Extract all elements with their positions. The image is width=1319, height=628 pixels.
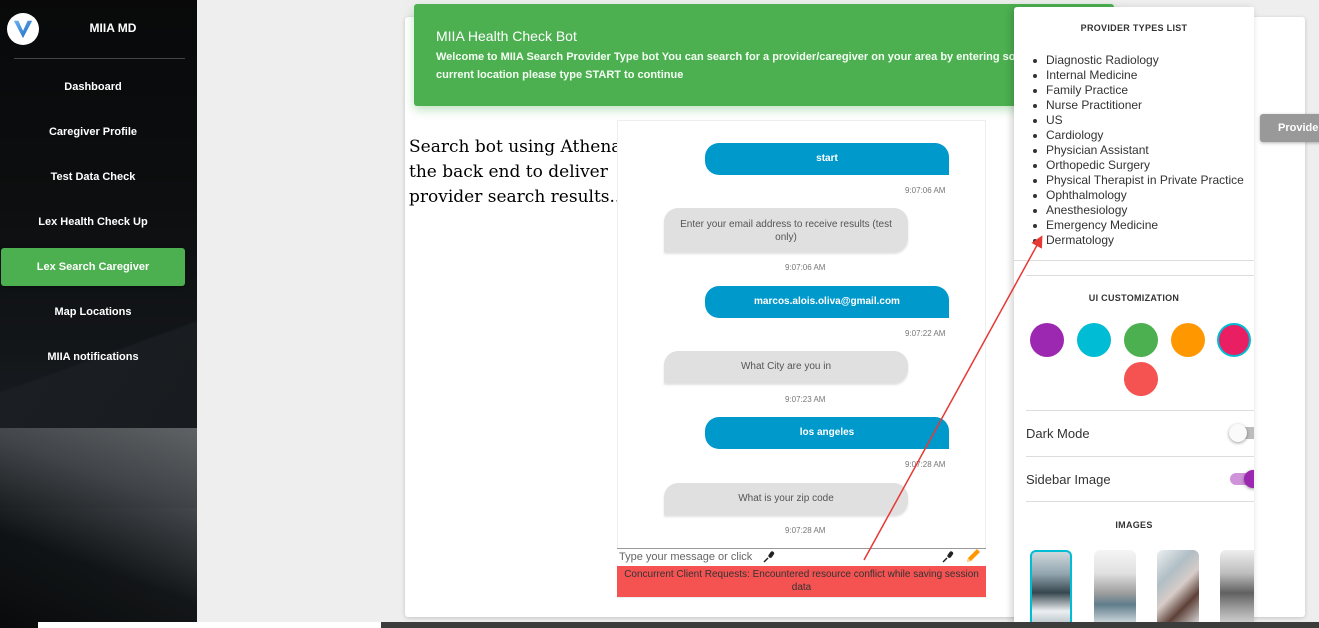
sidebar-item-test-data-check[interactable]: Test Data Check: [1, 158, 185, 196]
provider-types-list: Diagnostic Radiology Internal Medicine F…: [1032, 53, 1244, 248]
sidebar-item-dashboard[interactable]: Dashboard: [1, 68, 185, 106]
list-item: Cardiology: [1032, 128, 1244, 143]
bottom-bar-dark: [381, 622, 1319, 628]
card-description-line-2: current location please type START to co…: [436, 69, 684, 81]
list-item: Nurse Practitioner: [1032, 98, 1244, 113]
microphone-icon[interactable]: [942, 551, 954, 563]
list-item: Orthopedic Surgery: [1032, 158, 1244, 173]
list-item: Emergency Medicine: [1032, 218, 1244, 233]
chat-timestamp: 9:07:06 AM: [785, 263, 826, 272]
list-item: Anesthesiology: [1032, 203, 1244, 218]
list-item: US: [1032, 113, 1244, 128]
list-item: Internal Medicine: [1032, 68, 1244, 83]
list-item: Physical Therapist in Private Practice: [1032, 173, 1244, 188]
bottom-bar-light: [38, 622, 381, 628]
sidebar-item-caregiver-profile[interactable]: Caregiver Profile: [1, 113, 185, 151]
chat-timestamp: 9:07:22 AM: [905, 329, 946, 338]
color-swatch-green[interactable]: [1124, 323, 1158, 357]
chat-message-bot: Enter your email address to receive resu…: [664, 208, 908, 252]
color-swatch-cyan[interactable]: [1077, 323, 1111, 357]
dark-mode-label: Dark Mode: [1026, 426, 1090, 441]
sidebar-item-map-locations[interactable]: Map Locations: [1, 293, 185, 331]
divider: [1026, 501, 1254, 502]
list-item: Dermatology: [1032, 233, 1244, 248]
pencil-icon[interactable]: [964, 547, 982, 565]
sidebar: MIIA MD Dashboard Caregiver Profile Test…: [0, 0, 197, 628]
microphone-icon[interactable]: [763, 551, 775, 563]
provider-types-title: PROVIDER TYPES LIST: [1080, 23, 1188, 33]
divider: [1026, 410, 1254, 411]
sidebar-item-lex-search-caregiver[interactable]: Lex Search Caregiver: [1, 248, 185, 286]
chat-message-bot: What City are you in: [664, 351, 908, 383]
chat-message-user: marcos.alois.oliva@gmail.com: [705, 286, 949, 318]
sidebar-image-thumbnail[interactable]: [1157, 550, 1199, 628]
chat-input-bar: [617, 548, 986, 565]
chat-timestamp: 9:07:28 AM: [785, 526, 826, 535]
chat-timestamp: 9:07:23 AM: [785, 395, 826, 404]
chat-message-user: los angeles: [705, 417, 949, 449]
brand-divider: [14, 58, 185, 59]
images-title: IMAGES: [1115, 520, 1153, 530]
sidebar-image-thumbnail[interactable]: [1094, 550, 1136, 628]
list-item: Diagnostic Radiology: [1032, 53, 1244, 68]
brand-name: MIIA MD: [89, 21, 137, 35]
sidebar-image-thumbnail[interactable]: [1220, 550, 1254, 628]
color-swatch-purple[interactable]: [1030, 323, 1064, 357]
error-banner: Concurrent Client Requests: Encountered …: [617, 566, 986, 597]
provider-button[interactable]: Provider: [1260, 114, 1319, 142]
list-item: Ophthalmology: [1032, 188, 1244, 203]
sidebar-item-miia-notifications[interactable]: MIIA notifications: [1, 338, 185, 376]
chat-timestamp: 9:07:06 AM: [905, 186, 946, 195]
divider: [1026, 456, 1254, 457]
chat-timestamp: 9:07:28 AM: [905, 460, 946, 469]
sidebar-nav: Dashboard Caregiver Profile Test Data Ch…: [0, 68, 197, 383]
sidebar-image-thumbnail[interactable]: [1030, 550, 1072, 628]
sidebar-image-label: Sidebar Image: [1026, 472, 1111, 487]
list-item: Family Practice: [1032, 83, 1244, 98]
settings-panel: PROVIDER TYPES LIST Diagnostic Radiology…: [1014, 7, 1254, 628]
sidebar-item-lex-health-check-up[interactable]: Lex Health Check Up: [1, 203, 185, 241]
sidebar-brand[interactable]: MIIA MD: [0, 0, 197, 59]
color-swatch-red[interactable]: [1124, 362, 1158, 396]
chat-message-user: start: [705, 143, 949, 175]
divider: [1026, 275, 1254, 276]
card-title: MIIA Health Check Bot: [436, 28, 577, 44]
chat-window[interactable]: start 9:07:06 AM Enter your email addres…: [617, 120, 986, 598]
card-description: Welcome to MIIA Search Provider Type bot…: [436, 48, 1036, 84]
card-header: MIIA Health Check Bot Welcome to MIIA Se…: [414, 4, 1114, 106]
list-item: Physician Assistant: [1032, 143, 1244, 158]
ui-customization-title: UI CUSTOMIZATION: [1088, 293, 1180, 303]
color-swatch-pink[interactable]: [1217, 323, 1251, 357]
divider: [1014, 260, 1254, 261]
color-swatch-orange[interactable]: [1171, 323, 1205, 357]
card-description-line-1: Welcome to MIIA Search Provider Type bot…: [436, 51, 1032, 63]
chat-message-bot: What is your zip code: [664, 483, 908, 515]
